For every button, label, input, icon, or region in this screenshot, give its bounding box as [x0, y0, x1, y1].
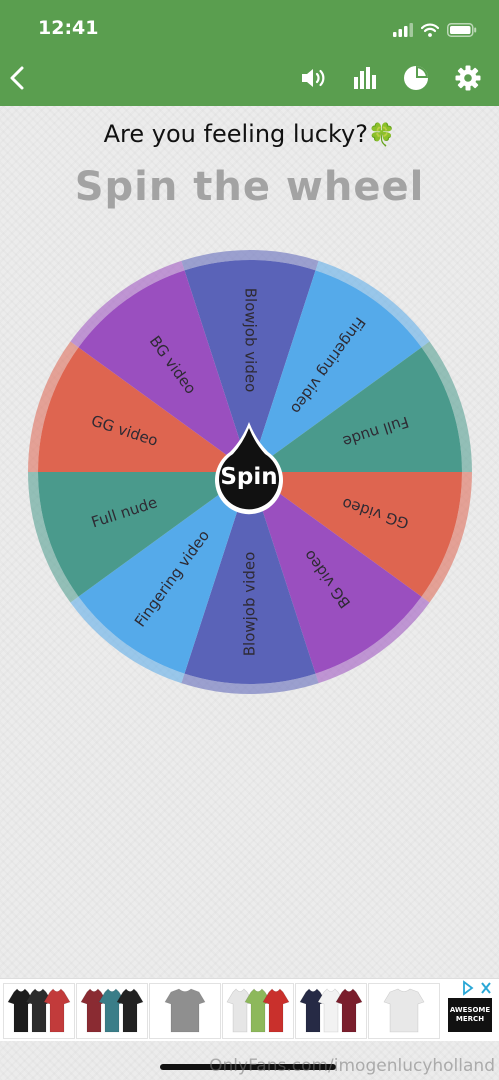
ad-product-thumbnail[interactable] [3, 983, 75, 1039]
wheel-segment-label: Blowjob video [242, 288, 260, 393]
wheel-segment-label: Blowjob video [241, 552, 259, 657]
ad-banner[interactable] [0, 978, 499, 1041]
ad-brand-logo[interactable]: AWESOME MERCH [448, 998, 492, 1032]
clover-icon: 🍀 [367, 123, 396, 148]
ad-product-thumbnail[interactable] [295, 983, 367, 1039]
status-time: 12:41 [38, 17, 99, 39]
page-title: Spin the wheel [74, 164, 425, 210]
sound-icon[interactable] [300, 66, 328, 90]
ad-product-thumbnail[interactable] [222, 983, 294, 1039]
status-icons [393, 18, 477, 42]
ad-product-thumbnail[interactable] [368, 983, 440, 1039]
headline: Are you feeling lucky?🍀 [0, 120, 499, 148]
ad-choices-icon[interactable] [462, 980, 494, 996]
toolbar-actions [300, 60, 481, 96]
headline-text: Are you feeling lucky? [103, 120, 368, 148]
wifi-icon [421, 23, 439, 37]
watermark: OnlyFans.com/imogenlucyholland [209, 1056, 495, 1076]
settings-icon[interactable] [455, 65, 481, 91]
spin-wheel[interactable]: Blowjob video Fingering videoFull nudeGG … [0, 230, 499, 700]
ad-product-thumbnail[interactable] [149, 983, 221, 1039]
cellular-signal-icon [393, 23, 413, 37]
spin-label[interactable]: Spin [220, 464, 277, 490]
pie-chart-icon[interactable] [402, 64, 430, 92]
battery-icon [447, 23, 477, 37]
stats-icon[interactable] [353, 66, 377, 90]
back-icon[interactable] [4, 60, 30, 96]
app-header: 12:41 [0, 0, 499, 106]
ad-product-thumbnail[interactable] [76, 983, 148, 1039]
